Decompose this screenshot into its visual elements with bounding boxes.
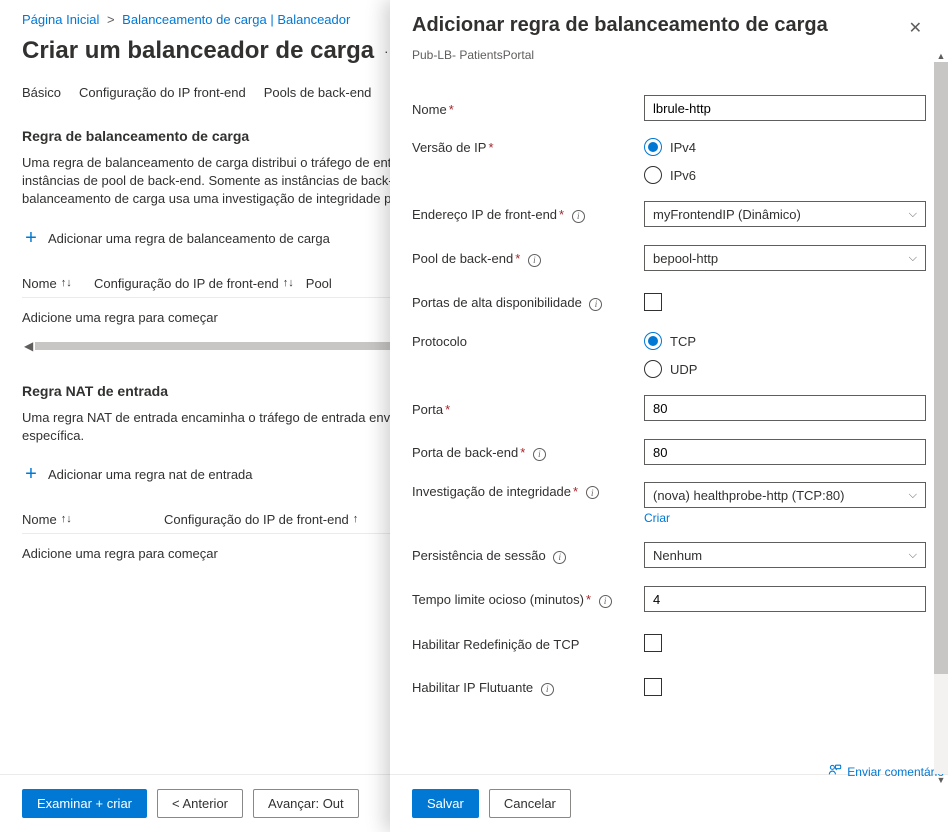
- radio-udp-label: UDP: [670, 362, 697, 377]
- info-icon[interactable]: [553, 551, 566, 564]
- page-title: Criar um balanceador de carga: [22, 37, 374, 65]
- add-lb-rule-label: Adicionar uma regra de balanceamento de …: [48, 231, 330, 246]
- floating-ip-checkbox[interactable]: [644, 678, 662, 696]
- nat-col-frontend-label: Configuração do IP de front-end: [164, 512, 349, 527]
- feedback-link[interactable]: Enviar comentário: [828, 763, 944, 780]
- plus-icon: +: [22, 227, 40, 250]
- health-probe-dropdown[interactable]: (nova) healthprobe-http (TCP:80)⌵: [644, 482, 926, 508]
- radio-ipv6[interactable]: IPv6: [644, 166, 926, 184]
- tab-basic[interactable]: Básico: [22, 79, 61, 106]
- nat-col-frontend[interactable]: Configuração do IP de front-end ↑: [164, 512, 358, 527]
- breadcrumb-lb[interactable]: Balanceamento de carga | Balanceador: [122, 12, 350, 27]
- radio-tcp-label: TCP: [670, 334, 696, 349]
- chevron-down-icon: ⌵: [909, 208, 917, 221]
- backend-pool-dropdown[interactable]: bepool-http⌵: [644, 245, 926, 271]
- col-name[interactable]: Nome ↑↓: [22, 276, 82, 291]
- scroll-up-icon[interactable]: ▲: [937, 50, 946, 62]
- chevron-down-icon: ⌵: [909, 489, 917, 502]
- sort-icon: ↑↓: [61, 277, 72, 289]
- person-feedback-icon: [828, 763, 842, 780]
- add-rule-panel: Adicionar regra de balanceamento de carg…: [390, 0, 948, 832]
- vscroll-track[interactable]: [934, 62, 948, 774]
- name-input[interactable]: [644, 95, 926, 121]
- col-frontend[interactable]: Configuração do IP de front-end ↑↓: [94, 276, 294, 291]
- label-persist: Persistência de sessão: [412, 546, 644, 563]
- info-icon[interactable]: [589, 298, 602, 311]
- vscroll-thumb[interactable]: [934, 62, 948, 674]
- scroll-left-icon[interactable]: ◀: [22, 339, 35, 353]
- nat-col-name[interactable]: Nome ↑↓: [22, 512, 152, 527]
- label-feip: Endereço IP de front-end*: [412, 205, 644, 222]
- info-icon[interactable]: [599, 595, 612, 608]
- prev-button[interactable]: < Anterior: [157, 789, 243, 818]
- col-pool-label: Pool: [306, 276, 332, 291]
- panel-scrollbar[interactable]: ▲ ▼: [934, 50, 948, 786]
- next-button[interactable]: Avançar: Out: [253, 789, 359, 818]
- panel-subtitle: Pub-LB- PatientsPortal: [390, 48, 948, 74]
- label-beport: Porta de back-end*: [412, 443, 644, 460]
- sort-icon: ↑: [353, 513, 359, 525]
- label-name: Nome*: [412, 100, 644, 117]
- info-icon[interactable]: [586, 486, 599, 499]
- sort-icon: ↑↓: [283, 277, 294, 289]
- col-name-label: Nome: [22, 276, 57, 291]
- create-probe-link[interactable]: Criar: [644, 511, 670, 525]
- info-icon[interactable]: [541, 683, 554, 696]
- label-bepool: Pool de back-end*: [412, 249, 644, 266]
- col-pool[interactable]: Pool: [306, 276, 332, 291]
- label-ipver: Versão de IP*: [412, 138, 644, 155]
- label-haports: Portas de alta disponibilidade: [412, 293, 644, 310]
- info-icon[interactable]: [528, 254, 541, 267]
- ha-ports-checkbox[interactable]: [644, 293, 662, 311]
- port-input[interactable]: [644, 395, 926, 421]
- breadcrumb-home[interactable]: Página Inicial: [22, 12, 99, 27]
- col-frontend-label: Configuração do IP de front-end: [94, 276, 279, 291]
- feedback-label: Enviar comentário: [847, 765, 944, 779]
- review-create-button[interactable]: Examinar + criar: [22, 789, 147, 818]
- radio-ipv4-label: IPv4: [670, 140, 696, 155]
- info-icon[interactable]: [533, 448, 546, 461]
- panel-title: Adicionar regra de balanceamento de carg…: [412, 14, 905, 37]
- breadcrumb-sep: >: [107, 12, 115, 27]
- close-icon[interactable]: ✕: [905, 14, 926, 42]
- backend-port-input[interactable]: [644, 439, 926, 465]
- tab-backend-pools[interactable]: Pools de back-end: [264, 79, 372, 106]
- sort-icon: ↑↓: [61, 513, 72, 525]
- tcp-reset-checkbox[interactable]: [644, 634, 662, 652]
- nat-col-name-label: Nome: [22, 512, 57, 527]
- info-icon[interactable]: [572, 210, 585, 223]
- radio-ipv6-label: IPv6: [670, 168, 696, 183]
- tab-frontend-ip[interactable]: Configuração do IP front-end: [79, 79, 246, 106]
- label-tcprst: Habilitar Redefinição de TCP: [412, 635, 644, 652]
- chevron-down-icon: ⌵: [909, 252, 917, 265]
- label-protocol: Protocolo: [412, 332, 644, 349]
- scroll-down-icon[interactable]: ▼: [937, 774, 946, 786]
- radio-udp[interactable]: UDP: [644, 360, 926, 378]
- radio-tcp[interactable]: TCP: [644, 332, 926, 350]
- cancel-button[interactable]: Cancelar: [489, 789, 571, 818]
- session-persistence-dropdown[interactable]: Nenhum⌵: [644, 542, 926, 568]
- label-probe: Investigação de integridade*: [412, 482, 644, 499]
- frontend-ip-dropdown[interactable]: myFrontendIP (Dinâmico)⌵: [644, 201, 926, 227]
- save-button[interactable]: Salvar: [412, 789, 479, 818]
- label-port: Porta*: [412, 400, 644, 417]
- idle-timeout-input[interactable]: [644, 586, 926, 612]
- plus-icon: +: [22, 463, 40, 486]
- label-idle: Tempo limite ocioso (minutos)*: [412, 590, 644, 607]
- label-floatip: Habilitar IP Flutuante: [412, 678, 644, 695]
- chevron-down-icon: ⌵: [909, 549, 917, 562]
- add-nat-rule-label: Adicionar uma regra nat de entrada: [48, 467, 253, 482]
- radio-ipv4[interactable]: IPv4: [644, 138, 926, 156]
